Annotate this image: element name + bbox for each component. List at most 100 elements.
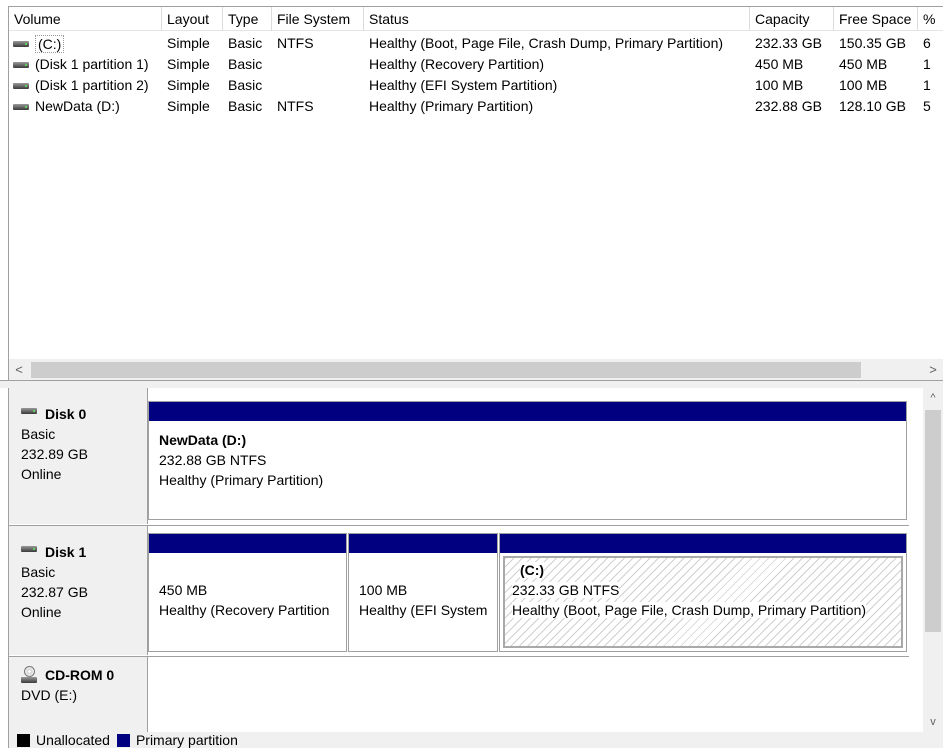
partition-status: Healthy (EFI System <box>359 602 488 618</box>
partition-type-bar <box>149 402 906 421</box>
horizontal-scrollbar[interactable]: < > <box>9 359 943 380</box>
disk-name: Disk 1 <box>45 544 87 560</box>
legend-swatch <box>116 733 130 747</box>
column-header-capacity[interactable]: Capacity <box>750 7 834 31</box>
disk-row-disk-0[interactable]: Disk 0 Basic 232.89 GB Online NewData (D… <box>9 388 909 524</box>
column-header-free-space[interactable]: Free Space <box>834 7 918 31</box>
legend-label: Primary partition <box>135 732 238 748</box>
volume-layout: Simple <box>167 98 210 114</box>
partition-efi-system[interactable]: 100 MB Healthy (EFI System <box>348 533 498 652</box>
volume-fs: NTFS <box>277 35 314 51</box>
vertical-scrollbar[interactable]: ^ v <box>923 388 943 732</box>
volume-status: Healthy (Boot, Page File, Crash Dump, Pr… <box>369 35 724 51</box>
volume-percent-free: 1 <box>923 77 931 93</box>
table-row[interactable]: (Disk 1 partition 1) Simple Basic Health… <box>9 54 943 75</box>
vertical-scroll-thumb[interactable] <box>925 410 941 632</box>
volume-name: NewData (D:) <box>35 98 120 114</box>
partition-newdata-d[interactable]: NewData (D:) 232.88 GB NTFS Healthy (Pri… <box>148 401 907 520</box>
volume-name: (Disk 1 partition 2) <box>35 77 149 93</box>
volume-list-pane[interactable]: Volume Layout Type File System Status Ca… <box>8 6 943 380</box>
partition-status: Healthy (Primary Partition) <box>159 472 324 488</box>
legend-bar: Unallocated Primary partition <box>8 732 943 748</box>
volume-capacity: 232.88 GB <box>755 98 822 114</box>
volume-capacity: 232.33 GB <box>755 35 822 51</box>
table-row[interactable]: (Disk 1 partition 2) Simple Basic Health… <box>9 75 943 96</box>
cdrom-drive-icon <box>21 666 37 684</box>
disk-state: Online <box>21 466 62 482</box>
volume-type: Basic <box>228 77 263 93</box>
scroll-right-arrow-icon[interactable]: > <box>923 359 943 380</box>
column-header-row: Volume Layout Type File System Status Ca… <box>9 7 943 31</box>
volume-status: Healthy (Recovery Partition) <box>369 56 545 72</box>
drive-icon <box>13 40 29 47</box>
disk-type: Basic <box>21 564 56 580</box>
table-row[interactable]: NewData (D:) Simple Basic NTFS Healthy (… <box>9 96 943 117</box>
table-row[interactable]: (C:) Simple Basic NTFS Healthy (Boot, Pa… <box>9 33 943 54</box>
disk-name: CD-ROM 0 <box>45 667 115 683</box>
partition-title: NewData (D:) <box>159 432 247 448</box>
legend-primary-partition: Primary partition <box>116 732 238 748</box>
volume-free-space: 150.35 GB <box>839 35 906 51</box>
partition-status: Healthy (Recovery Partition <box>159 602 330 618</box>
volume-percent-free: 6 <box>923 35 931 51</box>
hard-disk-icon <box>21 408 37 414</box>
legend-swatch <box>17 733 30 747</box>
disk-size: 232.89 GB <box>21 446 88 462</box>
column-header-layout[interactable]: Layout <box>162 7 223 31</box>
partition-type-bar <box>149 534 346 553</box>
partition-recovery[interactable]: 450 MB Healthy (Recovery Partition <box>148 533 347 652</box>
drive-icon <box>13 82 29 89</box>
disk-label[interactable]: CD-ROM 0 DVD (E:) <box>9 657 148 732</box>
volume-name: (Disk 1 partition 1) <box>35 56 149 72</box>
hard-disk-icon <box>21 546 37 552</box>
volume-status: Healthy (EFI System Partition) <box>369 77 558 93</box>
pane-splitter[interactable] <box>0 380 943 388</box>
volume-percent-free: 5 <box>923 98 931 114</box>
volume-type: Basic <box>228 56 263 72</box>
disk-graphical-view[interactable]: Disk 0 Basic 232.89 GB Online NewData (D… <box>8 388 943 732</box>
disk-name: Disk 0 <box>45 406 87 422</box>
disk-row-cdrom-0[interactable]: CD-ROM 0 DVD (E:) <box>9 656 909 732</box>
volume-name: (C:) <box>35 34 65 53</box>
drive-icon <box>13 103 29 110</box>
volume-type: Basic <box>228 35 263 51</box>
volume-free-space: 450 MB <box>839 56 888 72</box>
scroll-left-arrow-icon[interactable]: < <box>9 359 29 380</box>
partition-size: 100 MB <box>359 582 408 598</box>
column-header-status[interactable]: Status <box>364 7 750 31</box>
disk-row-disk-1[interactable]: Disk 1 Basic 232.87 GB Online 450 MB Hea… <box>9 525 909 655</box>
volume-capacity: 450 MB <box>755 56 804 72</box>
disk-type: Basic <box>21 426 56 442</box>
partition-type-bar <box>349 534 497 553</box>
volume-fs: NTFS <box>277 98 314 114</box>
column-header-volume[interactable]: Volume <box>9 7 162 31</box>
volume-free-space: 100 MB <box>839 77 888 93</box>
volume-layout: Simple <box>167 35 210 51</box>
partition-size: 232.33 GB NTFS <box>512 582 620 598</box>
disk-label[interactable]: Disk 1 Basic 232.87 GB Online <box>9 526 148 655</box>
volume-capacity: 100 MB <box>755 77 804 93</box>
partition-size: 450 MB <box>159 582 208 598</box>
column-header-percent-free[interactable]: % <box>918 7 943 31</box>
drive-icon <box>13 61 29 68</box>
column-header-file-system[interactable]: File System <box>272 7 364 31</box>
horizontal-scroll-thumb[interactable] <box>31 362 861 378</box>
volume-type: Basic <box>228 98 263 114</box>
volume-layout: Simple <box>167 56 210 72</box>
disk-size: 232.87 GB <box>21 584 88 600</box>
scroll-down-arrow-icon[interactable]: v <box>923 712 943 732</box>
partition-status: Healthy (Boot, Page File, Crash Dump, Pr… <box>512 602 867 618</box>
scroll-up-arrow-icon[interactable]: ^ <box>923 388 943 408</box>
volume-free-space: 128.10 GB <box>839 98 906 114</box>
column-header-type[interactable]: Type <box>223 7 272 31</box>
cdrom-drive-letter: DVD (E:) <box>21 687 77 703</box>
volume-fs <box>272 75 364 96</box>
legend-label: Unallocated <box>36 732 110 748</box>
partition-c[interactable]: (C:) 232.33 GB NTFS Healthy (Boot, Page … <box>499 533 907 652</box>
partition-title: (C:) <box>520 562 545 578</box>
disk-state: Online <box>21 604 62 620</box>
volume-percent-free: 1 <box>923 56 931 72</box>
partition-size: 232.88 GB NTFS <box>159 452 267 468</box>
partition-type-bar <box>500 534 906 553</box>
disk-label[interactable]: Disk 0 Basic 232.89 GB Online <box>9 388 148 524</box>
